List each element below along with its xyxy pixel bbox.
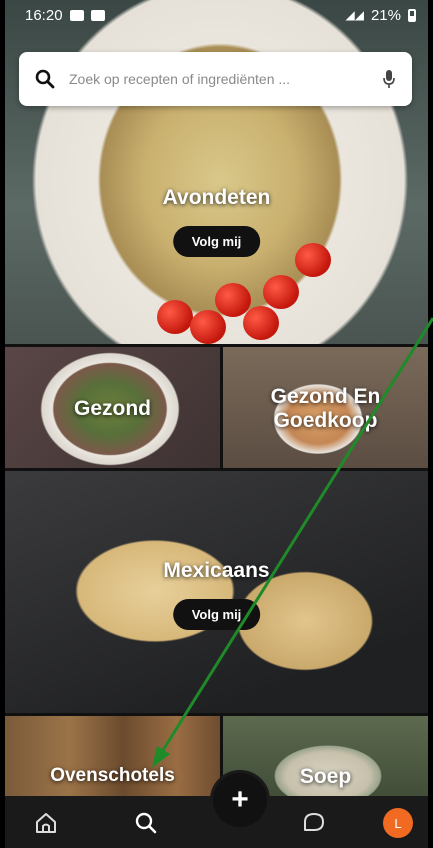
category-title: Gezond <box>74 397 151 420</box>
category-title: Mexicaans <box>163 559 270 582</box>
app-frame: 16:20 ◢◢ 21% Avondeten Volg mij Gezond G… <box>5 0 428 848</box>
tomato-decoration <box>263 275 299 309</box>
category-tile-gezond-en-goedkoop[interactable]: Gezond En Goedkoop <box>223 347 428 468</box>
category-tile-ovenschotels[interactable]: Ovenschotels <box>5 716 220 806</box>
tomato-decoration <box>190 310 226 344</box>
mail-icon <box>69 9 84 21</box>
category-title: Gezond En Goedkoop <box>270 385 381 433</box>
tomato-decoration <box>157 300 193 334</box>
signal-icon: ◢◢ <box>345 8 364 22</box>
category-title: Avondeten <box>162 186 271 209</box>
category-tile-mexicaans[interactable]: Mexicaans Volg mij <box>5 471 428 713</box>
avatar[interactable]: L <box>383 808 413 838</box>
status-bar: 16:20 ◢◢ 21% <box>5 0 428 30</box>
search-nav-icon[interactable] <box>133 810 159 836</box>
follow-button[interactable]: Volg mij <box>172 599 261 630</box>
category-title: Ovenschotels <box>50 765 175 786</box>
tomato-decoration <box>295 243 331 277</box>
camera-icon <box>90 9 105 21</box>
mic-icon[interactable] <box>382 69 396 89</box>
category-tile-gezond[interactable]: Gezond <box>5 347 220 468</box>
status-time: 16:20 <box>25 6 63 24</box>
tomato-decoration <box>243 306 279 340</box>
follow-button[interactable]: Volg mij <box>172 226 261 257</box>
chat-icon[interactable] <box>301 810 327 836</box>
add-button[interactable]: + <box>210 770 270 830</box>
battery-icon <box>408 8 416 22</box>
search-icon <box>35 69 55 89</box>
battery-percent: 21% <box>370 6 401 24</box>
search-input[interactable]: Zoek op recepten of ingrediënten ... <box>69 71 382 87</box>
home-icon[interactable] <box>33 810 59 836</box>
search-bar[interactable]: Zoek op recepten of ingrediënten ... <box>19 52 412 106</box>
